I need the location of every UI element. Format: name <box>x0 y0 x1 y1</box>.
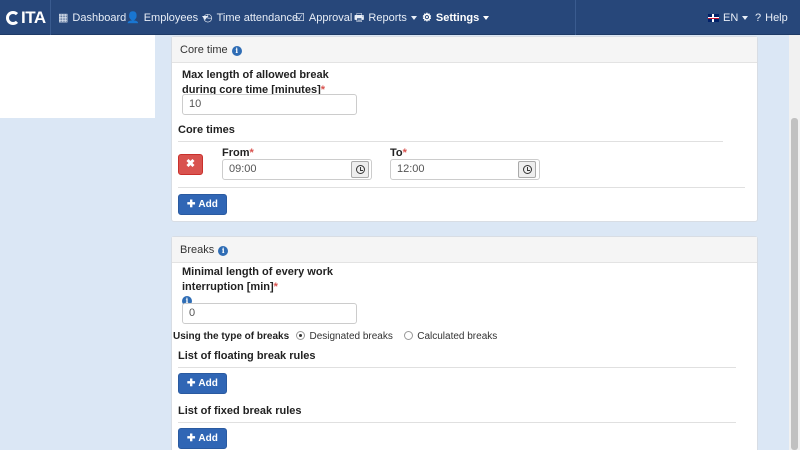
logo-text: ITA <box>21 8 46 27</box>
scrollbar-thumb[interactable] <box>791 118 798 450</box>
nav-approval[interactable]: ☑ Approval <box>295 0 352 35</box>
nav-dashboard[interactable]: ▦ Dashboard <box>58 0 126 35</box>
app-logo[interactable]: ITA <box>6 8 46 28</box>
add-label: Add <box>198 199 218 210</box>
max-break-input[interactable]: 10 <box>182 94 357 115</box>
nav-reports-label: Reports <box>368 12 407 24</box>
info-icon[interactable]: i <box>231 46 242 56</box>
core-time-panel: Core time i Max length of allowed break d… <box>171 36 758 222</box>
nav-time-attendance-label: Time attendance <box>216 12 299 24</box>
from-time-input[interactable]: 09:00 <box>222 159 372 180</box>
radio-button-checked[interactable] <box>296 331 306 340</box>
nav-help-label: Help <box>765 12 788 24</box>
nav-employees[interactable]: 👤 Employees <box>126 0 209 35</box>
radio-button[interactable] <box>404 331 414 340</box>
calculated-breaks-label: Calculated breaks <box>417 331 498 342</box>
to-clock-button[interactable] <box>518 161 536 178</box>
breaks-panel: Breaks i Minimal length of every work int… <box>171 236 758 450</box>
user-icon: 👤 <box>126 12 140 24</box>
breaks-title: Breaks <box>180 244 215 256</box>
min-length-label: Minimal length of every work interruptio… <box>182 265 342 295</box>
uk-flag-icon <box>708 14 719 22</box>
plus-icon: ✚ <box>187 199 196 210</box>
divider <box>178 422 736 423</box>
min-length-input[interactable]: 0 <box>182 303 357 324</box>
printer-icon: 🖶 <box>354 12 365 24</box>
add-floating-rule-button[interactable]: ✚ Add <box>178 373 227 394</box>
nav-time-attendance[interactable]: ◷ Time attendance <box>203 0 298 35</box>
breaks-header: Breaks i <box>172 237 757 263</box>
nav-divider <box>50 0 51 35</box>
floating-rules-label: List of floating break rules <box>178 350 316 362</box>
chevron-down-icon <box>410 16 417 20</box>
clock-icon <box>522 165 532 174</box>
from-label-text: From <box>222 147 250 159</box>
grid-icon: ▦ <box>58 12 69 24</box>
nav-approval-label: Approval <box>308 12 353 24</box>
clock-icon: ◷ <box>203 12 213 24</box>
core-time-title: Core time <box>180 44 228 56</box>
from-clock-button[interactable] <box>351 161 369 178</box>
language-label: EN <box>723 12 739 24</box>
add-core-time-button[interactable]: ✚ Add <box>178 194 227 215</box>
chevron-down-icon <box>483 16 490 20</box>
core-times-label: Core times <box>178 124 235 136</box>
info-icon[interactable]: i <box>218 246 229 256</box>
to-label-text: To <box>390 147 403 159</box>
delete-core-time-button[interactable]: ✖ <box>178 154 203 175</box>
break-type-label: Using the type of breaks <box>173 331 290 342</box>
fixed-rules-label: List of fixed break rules <box>178 405 302 417</box>
left-panel <box>0 35 155 118</box>
add-label: Add <box>198 378 218 389</box>
max-break-label-text: Max length of allowed break during core … <box>182 69 329 96</box>
divider <box>178 367 736 368</box>
chevron-down-icon <box>742 16 749 20</box>
checkbox-icon: ☑ <box>295 12 305 24</box>
page-scrollbar[interactable] <box>789 35 800 450</box>
nav-employees-label: Employees <box>143 12 199 24</box>
calculated-breaks-option[interactable]: Calculated breaks <box>404 328 497 342</box>
plus-icon: ✚ <box>187 433 196 444</box>
nav-settings-label: Settings <box>435 12 480 24</box>
plus-icon: ✚ <box>187 378 196 389</box>
language-selector[interactable]: EN <box>708 0 749 35</box>
break-type-row: Using the type of breaks Designated brea… <box>173 328 497 344</box>
required-mark: * <box>249 147 254 159</box>
add-fixed-rule-button[interactable]: ✚ Add <box>178 428 227 449</box>
divider <box>178 187 745 188</box>
required-mark: * <box>273 281 278 293</box>
nav-help[interactable]: ? Help <box>755 0 788 35</box>
divider <box>178 141 723 142</box>
help-icon: ? <box>755 12 762 24</box>
min-length-label-text: Minimal length of every work interruptio… <box>182 266 333 293</box>
clock-icon <box>355 165 365 174</box>
add-label: Add <box>198 433 218 444</box>
nav-reports[interactable]: 🖶 Reports <box>354 0 417 35</box>
gear-icon: ⚙ <box>422 12 432 24</box>
nav-settings[interactable]: ⚙ Settings <box>422 0 490 35</box>
top-navbar: ITA ▦ Dashboard 👤 Employees ◷ Time attendan… <box>0 0 800 35</box>
required-mark: * <box>402 147 407 159</box>
nav-divider <box>575 0 576 35</box>
designated-breaks-label: Designated breaks <box>309 331 393 342</box>
nav-dashboard-label: Dashboard <box>72 12 127 24</box>
core-time-header: Core time i <box>172 37 757 63</box>
designated-breaks-option[interactable]: Designated breaks <box>296 328 393 342</box>
